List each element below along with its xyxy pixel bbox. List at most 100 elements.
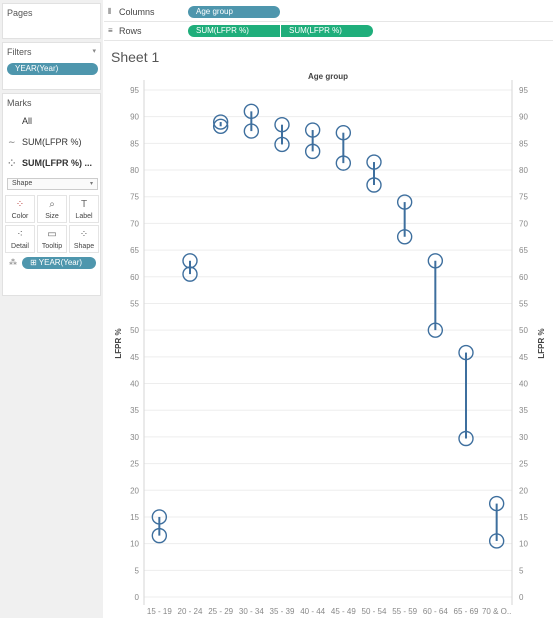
- y-tick-label-left: 55: [130, 299, 139, 308]
- shape-button-label: Shape: [73, 243, 95, 250]
- y-tick-label-left: 30: [130, 433, 139, 442]
- y-tick-label-left: 75: [130, 193, 139, 202]
- y-tick-label-right: 15: [519, 513, 528, 522]
- rows-icon: ≡: [108, 26, 113, 35]
- y-tick-label-left: 70: [130, 219, 139, 228]
- rows-pill-sum-lfpr-1[interactable]: SUM(LFPR %): [188, 25, 280, 37]
- color-icon: ⁘: [15, 199, 25, 210]
- detail-button[interactable]: ⁖ Detail: [5, 225, 35, 253]
- y-tick-label-left: 20: [130, 486, 139, 495]
- columns-pill-age-group[interactable]: Age group: [188, 6, 280, 18]
- detail-button-label: Detail: [11, 243, 29, 250]
- filter-pill-year[interactable]: YEAR(Year): [7, 63, 98, 75]
- x-tick-label: 25 - 29: [208, 607, 233, 616]
- shape-mark-icon: ⁘: [8, 158, 16, 168]
- size-button-label: Size: [45, 213, 59, 220]
- mark-type-value: Shape: [12, 180, 33, 187]
- y-tick-label-left: 90: [130, 113, 139, 122]
- y-tick-label-right: 10: [519, 540, 528, 549]
- x-tick-label: 20 - 24: [178, 607, 203, 616]
- y-tick-label-right: 75: [519, 193, 528, 202]
- rows-pill-sum-lfpr-2[interactable]: SUM(LFPR %): [281, 25, 373, 37]
- y-tick-label-left: 35: [130, 406, 139, 415]
- label-button-label: Label: [75, 213, 93, 220]
- filters-menu-icon[interactable]: ▾: [92, 47, 96, 55]
- y-axis-title-left: LFPR %: [114, 328, 123, 358]
- marks-item-all[interactable]: All: [3, 111, 102, 131]
- y-tick-label-right: 55: [519, 299, 528, 308]
- y-tick-label-right: 35: [519, 406, 528, 415]
- detail-icon: ⁖: [17, 229, 23, 240]
- line-mark-icon: ∼: [8, 137, 16, 147]
- marks-item-label: SUM(LFPR %): [22, 137, 82, 147]
- x-tick-label: 15 - 19: [147, 607, 172, 616]
- rows-shelf-label: Rows: [119, 26, 142, 36]
- y-axis-title-right: LFPR %: [537, 328, 546, 358]
- tooltip-icon: ▭: [47, 229, 57, 240]
- columns-shelf-label: Columns: [119, 7, 155, 17]
- y-tick-label-right: 0: [519, 593, 524, 602]
- y-tick-label-right: 30: [519, 433, 528, 442]
- y-tick-label-left: 40: [130, 380, 139, 389]
- y-tick-label-left: 25: [130, 460, 139, 469]
- y-tick-label-right: 50: [519, 326, 528, 335]
- y-tick-label-right: 20: [519, 486, 528, 495]
- shape-icon: ⁘: [79, 229, 89, 240]
- x-tick-label: 40 - 44: [300, 607, 325, 616]
- marks-field-pill-year[interactable]: ⊞ YEAR(Year): [22, 257, 96, 269]
- x-tick-label: 35 - 39: [270, 607, 295, 616]
- sheet-title: Sheet 1: [111, 49, 160, 65]
- chevron-down-icon: ▾: [89, 181, 93, 187]
- chart: Age group0 05 510 1015 1520 2025 2530 3035 3540 4…: [114, 72, 546, 616]
- y-tick-label-right: 25: [519, 460, 528, 469]
- pages-title: Pages: [7, 8, 33, 18]
- y-tick-label-right: 65: [519, 246, 528, 255]
- x-tick-label: 65 - 69: [454, 607, 479, 616]
- marks-card: Marks All ∼ SUM(LFPR %) ⁘ SUM(LFPR %) ..…: [2, 93, 101, 296]
- y-tick-label-left: 65: [130, 246, 139, 255]
- color-button[interactable]: ⁘ Color: [5, 195, 35, 223]
- columns-icon: ⦀: [108, 7, 112, 16]
- y-tick-label-right: 70: [519, 219, 528, 228]
- y-tick-label-left: 15: [130, 513, 139, 522]
- y-tick-label-left: 0: [135, 593, 140, 602]
- marks-title: Marks: [7, 98, 32, 108]
- y-tick-label-right: 85: [519, 139, 528, 148]
- y-tick-label-right: 80: [519, 166, 528, 175]
- y-tick-label-right: 40: [519, 380, 528, 389]
- x-tick-label: 30 - 34: [239, 607, 264, 616]
- color-button-label: Color: [11, 213, 29, 220]
- x-tick-label: 60 - 64: [423, 607, 448, 616]
- filters-card: Filters ▾ YEAR(Year): [2, 42, 101, 90]
- tooltip-button[interactable]: ▭ Tooltip: [37, 225, 67, 253]
- path-field-icon: ⁂: [9, 258, 17, 267]
- y-tick-label-left: 10: [130, 540, 139, 549]
- y-tick-label-right: 45: [519, 353, 528, 362]
- y-tick-label-left: 45: [130, 353, 139, 362]
- marks-item-sum-lfpr-2[interactable]: ⁘ SUM(LFPR %) ...: [3, 153, 102, 173]
- marks-item-sum-lfpr-1[interactable]: ∼ SUM(LFPR %): [3, 132, 102, 152]
- x-tick-label: 45 - 49: [331, 607, 356, 616]
- size-button[interactable]: ⌕ Size: [37, 195, 67, 223]
- y-tick-label-left: 95: [130, 86, 139, 95]
- marks-item-label: SUM(LFPR %) ...: [22, 158, 92, 168]
- y-tick-label-right: 5: [519, 566, 524, 575]
- label-button[interactable]: T Label: [69, 195, 99, 223]
- y-tick-label-left: 5: [135, 566, 140, 575]
- pages-card: Pages: [2, 3, 101, 39]
- y-tick-label-right: 90: [519, 113, 528, 122]
- size-icon: ⌕: [49, 199, 55, 210]
- x-axis-header: Age group: [308, 72, 348, 81]
- y-tick-label-right: 95: [519, 86, 528, 95]
- x-tick-label: 50 - 54: [362, 607, 387, 616]
- y-tick-label-left: 50: [130, 326, 139, 335]
- y-tick-label-left: 60: [130, 273, 139, 282]
- mark-type-select[interactable]: Shape ▾: [7, 178, 98, 190]
- y-tick-label-right: 60: [519, 273, 528, 282]
- y-tick-label-left: 80: [130, 166, 139, 175]
- left-panel: Pages Filters ▾ YEAR(Year) Marks All ∼ S…: [0, 0, 103, 618]
- x-tick-label: 70 & O..: [482, 607, 511, 616]
- shape-button[interactable]: ⁘ Shape: [69, 225, 99, 253]
- label-icon: T: [80, 199, 88, 210]
- rows-shelf: ≡ Rows SUM(LFPR %) SUM(LFPR %): [104, 22, 553, 41]
